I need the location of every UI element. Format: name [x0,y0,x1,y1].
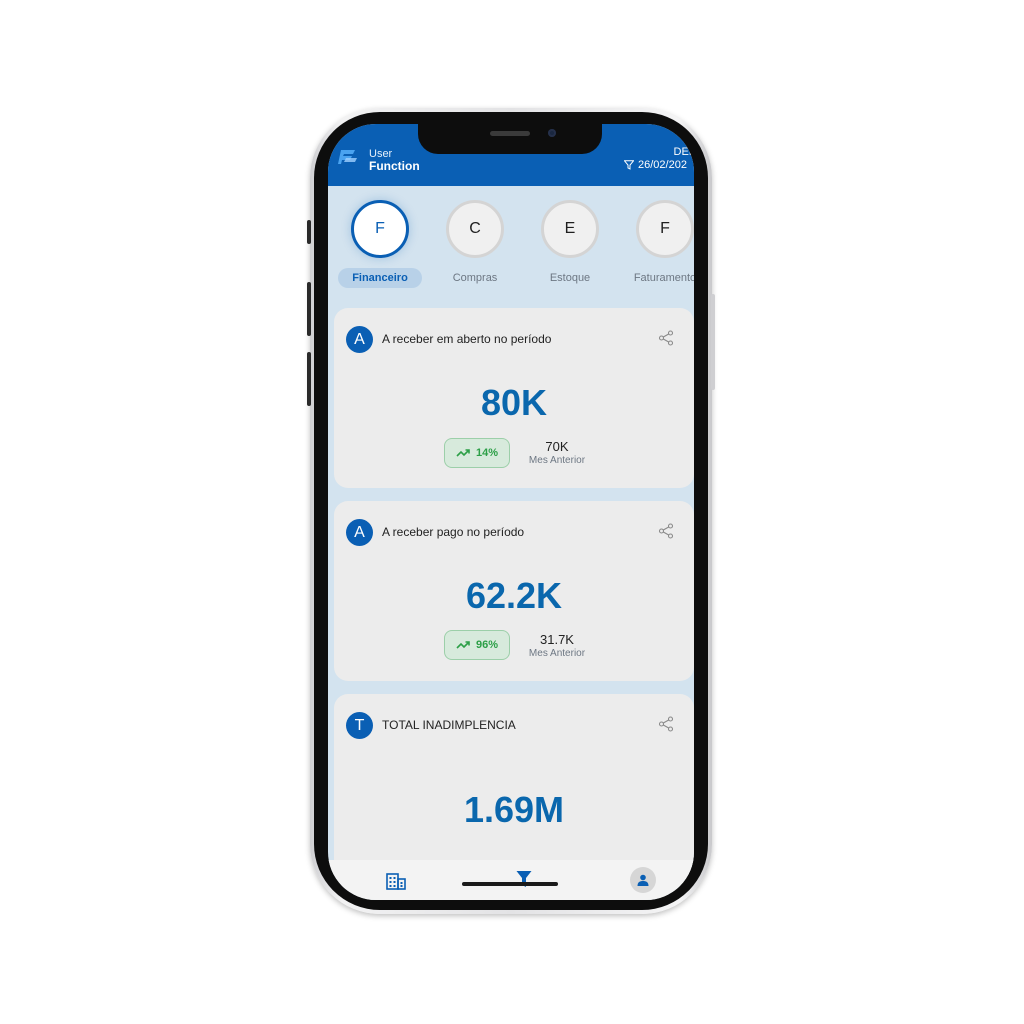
brand-line-2: Function [369,159,420,173]
module-selector: F Financeiro C Compras E Estoque F Fatur… [328,186,694,296]
module-avatar[interactable]: F [636,200,694,258]
mute-switch [307,220,311,244]
card-value: 62.2K [465,575,563,616]
previous-value: 31.7K [540,632,574,647]
module-avatar[interactable]: F [351,200,409,258]
front-camera [548,129,556,137]
trending-up-icon [456,641,470,649]
module-label[interactable]: Financeiro [338,268,422,288]
trend-badge: 14% [444,438,510,468]
company-name[interactable]: DEM [674,146,694,158]
module-avatar[interactable]: E [541,200,599,258]
bottom-nav [328,860,694,900]
phone-speaker [490,131,530,136]
building-icon[interactable] [386,872,406,890]
card-title: A receber em aberto no período [382,332,552,346]
previous-label: Mes Anterior [528,455,586,466]
module-avatar[interactable]: C [446,200,504,258]
card-title: A receber pago no período [382,525,525,539]
phone-notch [418,124,602,154]
trend-percent: 96% [475,639,499,651]
volume-down-button [307,352,311,406]
card-value: 80K [480,382,548,423]
module-label[interactable]: Estoque [522,268,618,288]
module-label[interactable]: Faturamento [617,268,694,288]
brand-logo-icon [338,150,357,164]
module-estoque[interactable]: E Estoque [522,200,618,288]
card-avatar: A [346,519,373,546]
card-avatar: A [346,326,373,353]
trend-badge: 96% [444,630,510,660]
user-icon [637,874,649,886]
share-icon[interactable] [658,523,674,539]
filter-icon[interactable] [624,160,634,170]
kpi-card[interactable]: A A receber pago no período 62.2K 96% 31… [334,501,694,681]
module-faturamento[interactable]: F Faturamento [617,200,694,288]
trend-percent: 14% [475,447,499,459]
previous-label: Mes Anterior [528,648,586,659]
share-icon[interactable] [658,330,674,346]
previous-value: 70K [545,439,569,454]
app-screen: User Function DEM 26/02/202 F Financeiro… [328,124,694,900]
module-financeiro[interactable]: F Financeiro [332,200,428,288]
module-label[interactable]: Compras [427,268,523,288]
kpi-card[interactable]: A A receber em aberto no período 80K 14%… [334,308,694,488]
profile-button[interactable] [630,867,656,893]
home-indicator[interactable] [462,882,558,886]
card-avatar: T [346,712,373,739]
module-compras[interactable]: C Compras [427,200,523,288]
trending-up-icon [456,449,470,457]
card-title: TOTAL INADIMPLENCIA [382,718,516,732]
kpi-card[interactable]: T TOTAL INADIMPLENCIA 1.69M [334,694,694,884]
power-button [711,294,715,390]
card-value: 1.69M [463,789,565,830]
share-icon[interactable] [658,716,674,732]
volume-up-button [307,282,311,336]
period-date[interactable]: 26/02/202 [638,159,687,171]
